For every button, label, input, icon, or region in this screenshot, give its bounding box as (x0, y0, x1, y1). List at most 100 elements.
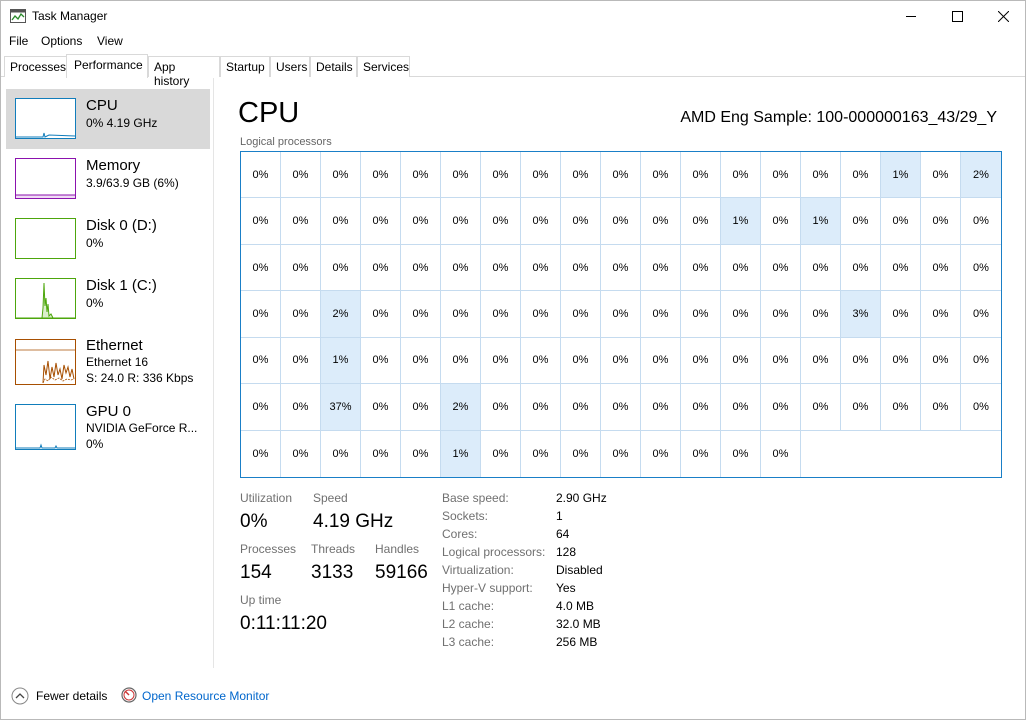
chevron-up-icon[interactable] (11, 687, 29, 705)
sidebar-item-gpu-0[interactable]: GPU 0 NVIDIA GeForce R... 0% (6, 395, 210, 459)
resource-monitor-icon[interactable] (121, 687, 137, 703)
menu-options[interactable]: Options (41, 34, 82, 48)
handles-value: 59166 (375, 562, 428, 583)
resource-sidebar: CPU 0% 4.19 GHz Memory 3.9/63.9 GB (6%) … (1, 78, 214, 668)
tab-bar: Processes Performance App history Startu… (1, 54, 1025, 88)
processor-cell: 0% (641, 291, 681, 338)
processor-cell: 0% (961, 384, 1001, 431)
info-label: Sockets: (442, 509, 489, 523)
sidebar-item-disk-0[interactable]: Disk 0 (D:) 0% (6, 209, 210, 267)
processor-cell: 0% (921, 244, 961, 292)
sidebar-item-memory[interactable]: Memory 3.9/63.9 GB (6%) (6, 149, 210, 207)
menu-file[interactable]: File (9, 34, 28, 48)
processor-cell: 0% (761, 244, 801, 292)
processor-cell: 0% (801, 152, 841, 199)
tab-startup[interactable]: Startup (220, 56, 270, 77)
processor-cell: 0% (801, 291, 841, 338)
threads-label: Threads (311, 542, 356, 556)
processor-cell: 0% (761, 152, 801, 199)
processor-cell: 0% (561, 198, 601, 245)
tab-processes[interactable]: Processes (4, 56, 67, 77)
sidebar-item-disk-1[interactable]: Disk 1 (C:) 0% (6, 269, 210, 327)
processor-cell: 0% (441, 198, 481, 245)
processor-cell: 3% (841, 291, 881, 338)
processor-cell: 2% (961, 152, 1001, 199)
processor-cell: 0% (441, 152, 481, 199)
sidebar-item-sub: 0% 4.19 GHz (86, 116, 158, 130)
processor-cell: 0% (361, 384, 401, 431)
tab-services[interactable]: Services (357, 56, 410, 77)
tab-users[interactable]: Users (270, 56, 310, 77)
utilization-value: 0% (240, 511, 268, 532)
sidebar-item-sub: NVIDIA GeForce R... (86, 421, 198, 435)
processor-cell: 0% (241, 198, 281, 245)
processor-cell: 0% (361, 198, 401, 245)
processor-cell: 0% (481, 384, 521, 431)
processor-cell: 0% (281, 244, 321, 292)
processor-cell: 0% (721, 337, 761, 385)
processor-cell: 0% (841, 198, 881, 245)
info-label: Cores: (442, 527, 478, 541)
processor-cell: 0% (281, 384, 321, 431)
processor-cell: 0% (321, 244, 361, 292)
processor-cell: 0% (401, 384, 441, 431)
menu-bar: File Options View (1, 32, 1025, 52)
processor-cell: 1% (321, 337, 361, 385)
processor-cell: 0% (521, 430, 561, 477)
processor-cell: 1% (881, 152, 921, 199)
processor-cell: 0% (841, 337, 881, 385)
fewer-details-button[interactable]: Fewer details (36, 689, 107, 703)
processor-cell: 0% (681, 337, 721, 385)
sidebar-item-sub: Ethernet 16 (86, 355, 149, 369)
processor-cell: 0% (321, 198, 361, 245)
menu-view[interactable]: View (97, 34, 123, 48)
close-button[interactable] (980, 1, 1026, 32)
sidebar-item-sub: 0% (86, 296, 104, 310)
uptime-label: Up time (240, 593, 282, 607)
processor-cell: 0% (681, 244, 721, 292)
disk-graph-icon (15, 278, 76, 319)
minimize-button[interactable] (888, 1, 934, 32)
processes-value: 154 (240, 562, 272, 583)
processor-cell: 1% (801, 198, 841, 245)
processor-cell: 0% (521, 244, 561, 292)
processor-cell: 0% (521, 384, 561, 431)
processor-cell: 0% (761, 198, 801, 245)
processor-cell: 0% (321, 430, 361, 477)
page-title: CPU (238, 97, 300, 129)
maximize-button[interactable] (934, 1, 980, 32)
sidebar-item-cpu[interactable]: CPU 0% 4.19 GHz (6, 89, 210, 149)
processor-cell: 0% (241, 337, 281, 385)
processor-cell: 0% (361, 430, 401, 477)
info-value: 64 (556, 527, 570, 541)
processor-cell: 0% (241, 430, 281, 477)
tab-app-history[interactable]: App history (148, 56, 220, 88)
processor-cell: 0% (881, 244, 921, 292)
empty-cell (961, 431, 1001, 477)
sidebar-item-title: Disk 0 (D:) (86, 217, 157, 234)
tab-performance[interactable]: Performance (66, 54, 148, 78)
task-manager-window: Task Manager File Options View Processes… (0, 0, 1026, 720)
info-label: L3 cache: (442, 635, 495, 649)
minimize-icon (905, 16, 916, 17)
processor-cell: 0% (561, 337, 601, 385)
processor-cell: 0% (641, 244, 681, 292)
processor-cell: 0% (841, 244, 881, 292)
task-manager-icon (10, 9, 26, 23)
info-label: Logical processors: (442, 545, 546, 559)
processor-cell: 0% (361, 291, 401, 338)
disk-graph-icon (15, 218, 76, 259)
logical-processors-label: Logical processors (240, 136, 332, 148)
maximize-icon (951, 11, 963, 22)
uptime-value: 0:11:11:20 (240, 613, 327, 634)
tab-details[interactable]: Details (310, 56, 357, 77)
processor-cell: 0% (961, 198, 1001, 245)
processor-cell: 0% (321, 152, 361, 199)
processor-cell: 0% (881, 291, 921, 338)
open-resource-monitor-link[interactable]: Open Resource Monitor (142, 689, 269, 703)
sidebar-item-ethernet[interactable]: Ethernet Ethernet 16 S: 24.0 R: 336 Kbps (6, 329, 210, 393)
processor-cell: 0% (401, 152, 441, 199)
processor-cell: 0% (641, 430, 681, 477)
processor-cell: 0% (641, 337, 681, 385)
processor-cell: 0% (761, 337, 801, 385)
